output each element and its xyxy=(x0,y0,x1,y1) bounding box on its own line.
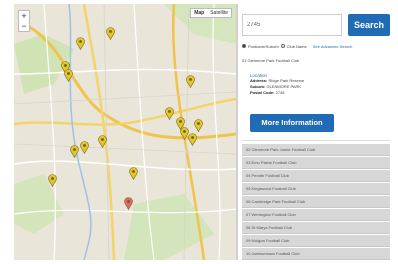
result-title[interactable]: 01 Glenmore Park Football Club xyxy=(242,56,390,65)
map-pin-icon[interactable] xyxy=(97,135,107,148)
postcode-value: 2745 xyxy=(275,90,285,95)
map-pin-icon[interactable] xyxy=(185,75,195,88)
list-item[interactable]: 06 Cambridge Park Football Club xyxy=(242,196,390,208)
list-item[interactable]: 07 Werrington Football Club xyxy=(242,209,390,221)
radio-postcode[interactable] xyxy=(242,44,246,48)
club-list: 02 Glenmore Park Junior Football Club 03 … xyxy=(242,144,390,261)
map-pin-icon[interactable] xyxy=(79,141,89,154)
selected-result: 01 Glenmore Park Football Club Location … xyxy=(242,56,390,141)
map-pin-icon[interactable] xyxy=(128,167,138,180)
map-pin-icon[interactable] xyxy=(75,37,85,50)
list-item[interactable]: 04 Penrith Football Club xyxy=(242,170,390,182)
map-pin-icon[interactable] xyxy=(187,133,197,146)
map-base-layer xyxy=(14,4,236,260)
radio-postcode-label: Postcode/Suburb xyxy=(248,43,279,49)
map-type-control: Map Satellite xyxy=(190,8,232,18)
radio-club-label: Club Name xyxy=(286,43,307,49)
address-label: Address: xyxy=(250,78,268,83)
app-frame: + − Map Satellite Search Postcode/Suburb… xyxy=(14,4,390,260)
suburb-value: GLENMORE PARK xyxy=(266,84,302,89)
map-pin-icon[interactable] xyxy=(105,27,115,40)
map-type-map[interactable]: Map xyxy=(191,9,207,17)
map-pin-icon[interactable] xyxy=(47,174,57,187)
map-pin-icon[interactable] xyxy=(123,197,133,210)
list-item[interactable]: 09 Mulgoa Football Club xyxy=(242,235,390,247)
list-item[interactable]: 08 St Marys Football Club xyxy=(242,222,390,234)
address-value: Ridge Park Reserve xyxy=(268,78,305,83)
advanced-search-link[interactable]: See Advanced Search xyxy=(313,44,353,49)
search-row: Search xyxy=(242,14,390,38)
zoom-control: + − xyxy=(18,10,30,32)
list-item[interactable]: 10 Jamisontown Football Club xyxy=(242,248,390,260)
postcode-label: Postal Code: xyxy=(250,90,275,95)
map-pin-icon[interactable] xyxy=(69,145,79,158)
map-pin-icon[interactable] xyxy=(164,107,174,120)
map-type-satellite[interactable]: Satellite xyxy=(207,9,231,17)
search-button[interactable]: Search xyxy=(348,14,390,36)
list-item[interactable]: 02 Glenmore Park Junior Football Club xyxy=(242,144,390,156)
map-pin-icon[interactable] xyxy=(193,119,203,132)
more-information-button[interactable]: More Information xyxy=(250,114,334,132)
zoom-in-button[interactable]: + xyxy=(19,11,29,21)
map-view[interactable]: + − Map Satellite xyxy=(14,4,236,260)
suburb-label: Suburb: xyxy=(250,84,266,89)
search-options: Postcode/Suburb Club Name See Advanced S… xyxy=(242,42,390,50)
zoom-out-button[interactable]: − xyxy=(19,21,29,31)
postcode-line: Postal Code: 2745 xyxy=(250,90,390,96)
search-input[interactable] xyxy=(242,14,342,36)
radio-club[interactable] xyxy=(280,44,285,48)
list-item[interactable]: 03 Emu Plains Football Club xyxy=(242,157,390,169)
map-pin-icon[interactable] xyxy=(63,69,73,82)
sidebar: Search Postcode/Suburb Club Name See Adv… xyxy=(238,4,390,260)
list-item[interactable]: 05 Kingswood Football Club xyxy=(242,183,390,195)
